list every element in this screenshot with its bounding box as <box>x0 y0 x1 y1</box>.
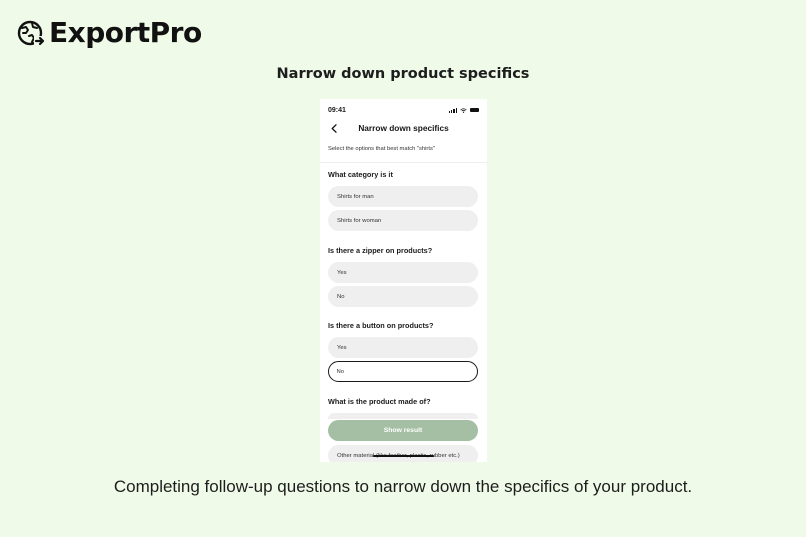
option-button-yes[interactable]: Yes <box>328 337 478 358</box>
nav-bar: Narrow down specifics <box>320 121 487 135</box>
status-icons <box>448 107 479 113</box>
option-material-partial <box>328 413 478 419</box>
signal-icon <box>448 107 457 113</box>
option-zipper-yes[interactable]: Yes <box>328 262 478 283</box>
status-bar: 09:41 <box>320 104 487 116</box>
instruction-text: Select the options that best match "shir… <box>328 146 435 152</box>
battery-icon <box>470 107 479 113</box>
caption-text: Completing follow-up questions to narrow… <box>113 477 693 496</box>
nav-title: Narrow down specifics <box>358 123 449 133</box>
question-category: What category is it <box>328 170 393 179</box>
divider <box>320 162 487 163</box>
option-shirts-for-woman[interactable]: Shirts for woman <box>328 210 478 231</box>
option-button-no-selected[interactable]: No <box>328 361 478 382</box>
question-zipper: Is there a zipper on products? <box>328 246 433 255</box>
page-headline: Narrow down product specifics <box>276 66 530 82</box>
option-shirts-for-man[interactable]: Shirts for man <box>328 186 478 207</box>
home-indicator <box>373 455 434 457</box>
option-other-material[interactable]: Other material (like feather, plastic, r… <box>328 445 478 462</box>
back-chevron-icon[interactable] <box>328 122 340 134</box>
globe-arrow-icon <box>17 20 45 46</box>
show-result-button[interactable]: Show result <box>328 420 478 441</box>
phone-screen: 09:41 Narrow down specifics Select the o… <box>320 99 487 462</box>
question-material: What is the product made of? <box>328 397 431 406</box>
status-time: 09:41 <box>328 106 346 114</box>
brand-logo: ExportPro <box>17 16 202 49</box>
wifi-icon <box>460 107 467 113</box>
option-zipper-no[interactable]: No <box>328 286 478 307</box>
brand-name: ExportPro <box>49 16 202 49</box>
question-button: Is there a button on products? <box>328 321 434 330</box>
